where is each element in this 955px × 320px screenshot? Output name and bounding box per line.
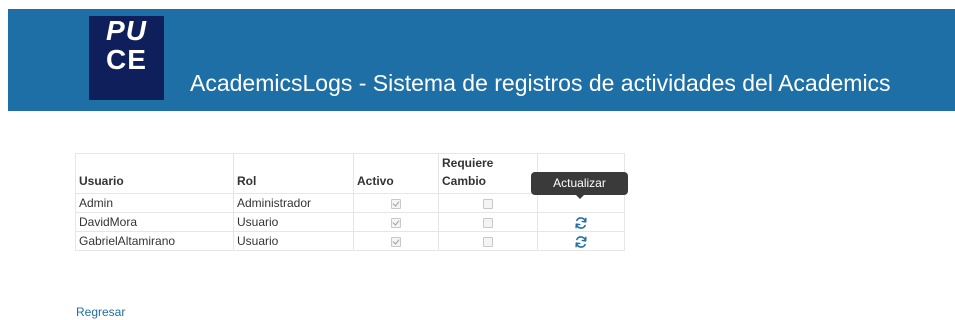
table-row: GabrielAltamirano Usuario [75,231,625,251]
cell-rol: Usuario [233,231,354,251]
activo-checkbox [391,198,401,209]
refresh-icon[interactable] [574,216,588,230]
cell-actions [537,212,625,232]
requiere-cambio-checkbox [483,198,493,209]
cell-requiere-cambio [438,212,538,232]
column-header-requiere-cambio: Requiere Cambio [438,153,538,194]
page-title: AcademicsLogs - Sistema de registros de … [190,70,891,96]
users-table: Usuario Rol Activo Requiere Cambio Admin… [75,153,625,251]
cell-activo [353,212,439,232]
refresh-tooltip: Actualizar [531,172,628,195]
requiere-cambio-checkbox [483,217,493,228]
cell-activo [353,193,439,213]
cell-rol: Usuario [233,212,354,232]
requiere-cambio-checkbox [483,236,493,247]
activo-checkbox [391,217,401,228]
logo-text-ce: CE [106,44,147,75]
column-header-activo: Activo [353,153,439,194]
table-row: DavidMora Usuario [75,212,625,232]
cell-rol: Administrador [233,193,354,213]
table-row: Admin Administrador [75,193,625,213]
tooltip-arrow [576,195,584,199]
column-header-rol: Rol [233,153,354,194]
cell-usuario: GabrielAltamirano [75,231,234,251]
cell-requiere-cambio [438,193,538,213]
puce-logo: PU CE [89,16,164,100]
refresh-icon[interactable] [574,235,588,249]
cell-activo [353,231,439,251]
back-link[interactable]: Regresar [76,305,125,319]
logo-text-pu: PU [106,15,147,46]
cell-actions [537,231,625,251]
cell-requiere-cambio [438,231,538,251]
column-header-usuario: Usuario [75,153,234,194]
cell-usuario: Admin [75,193,234,213]
activo-checkbox [391,236,401,247]
cell-usuario: DavidMora [75,212,234,232]
